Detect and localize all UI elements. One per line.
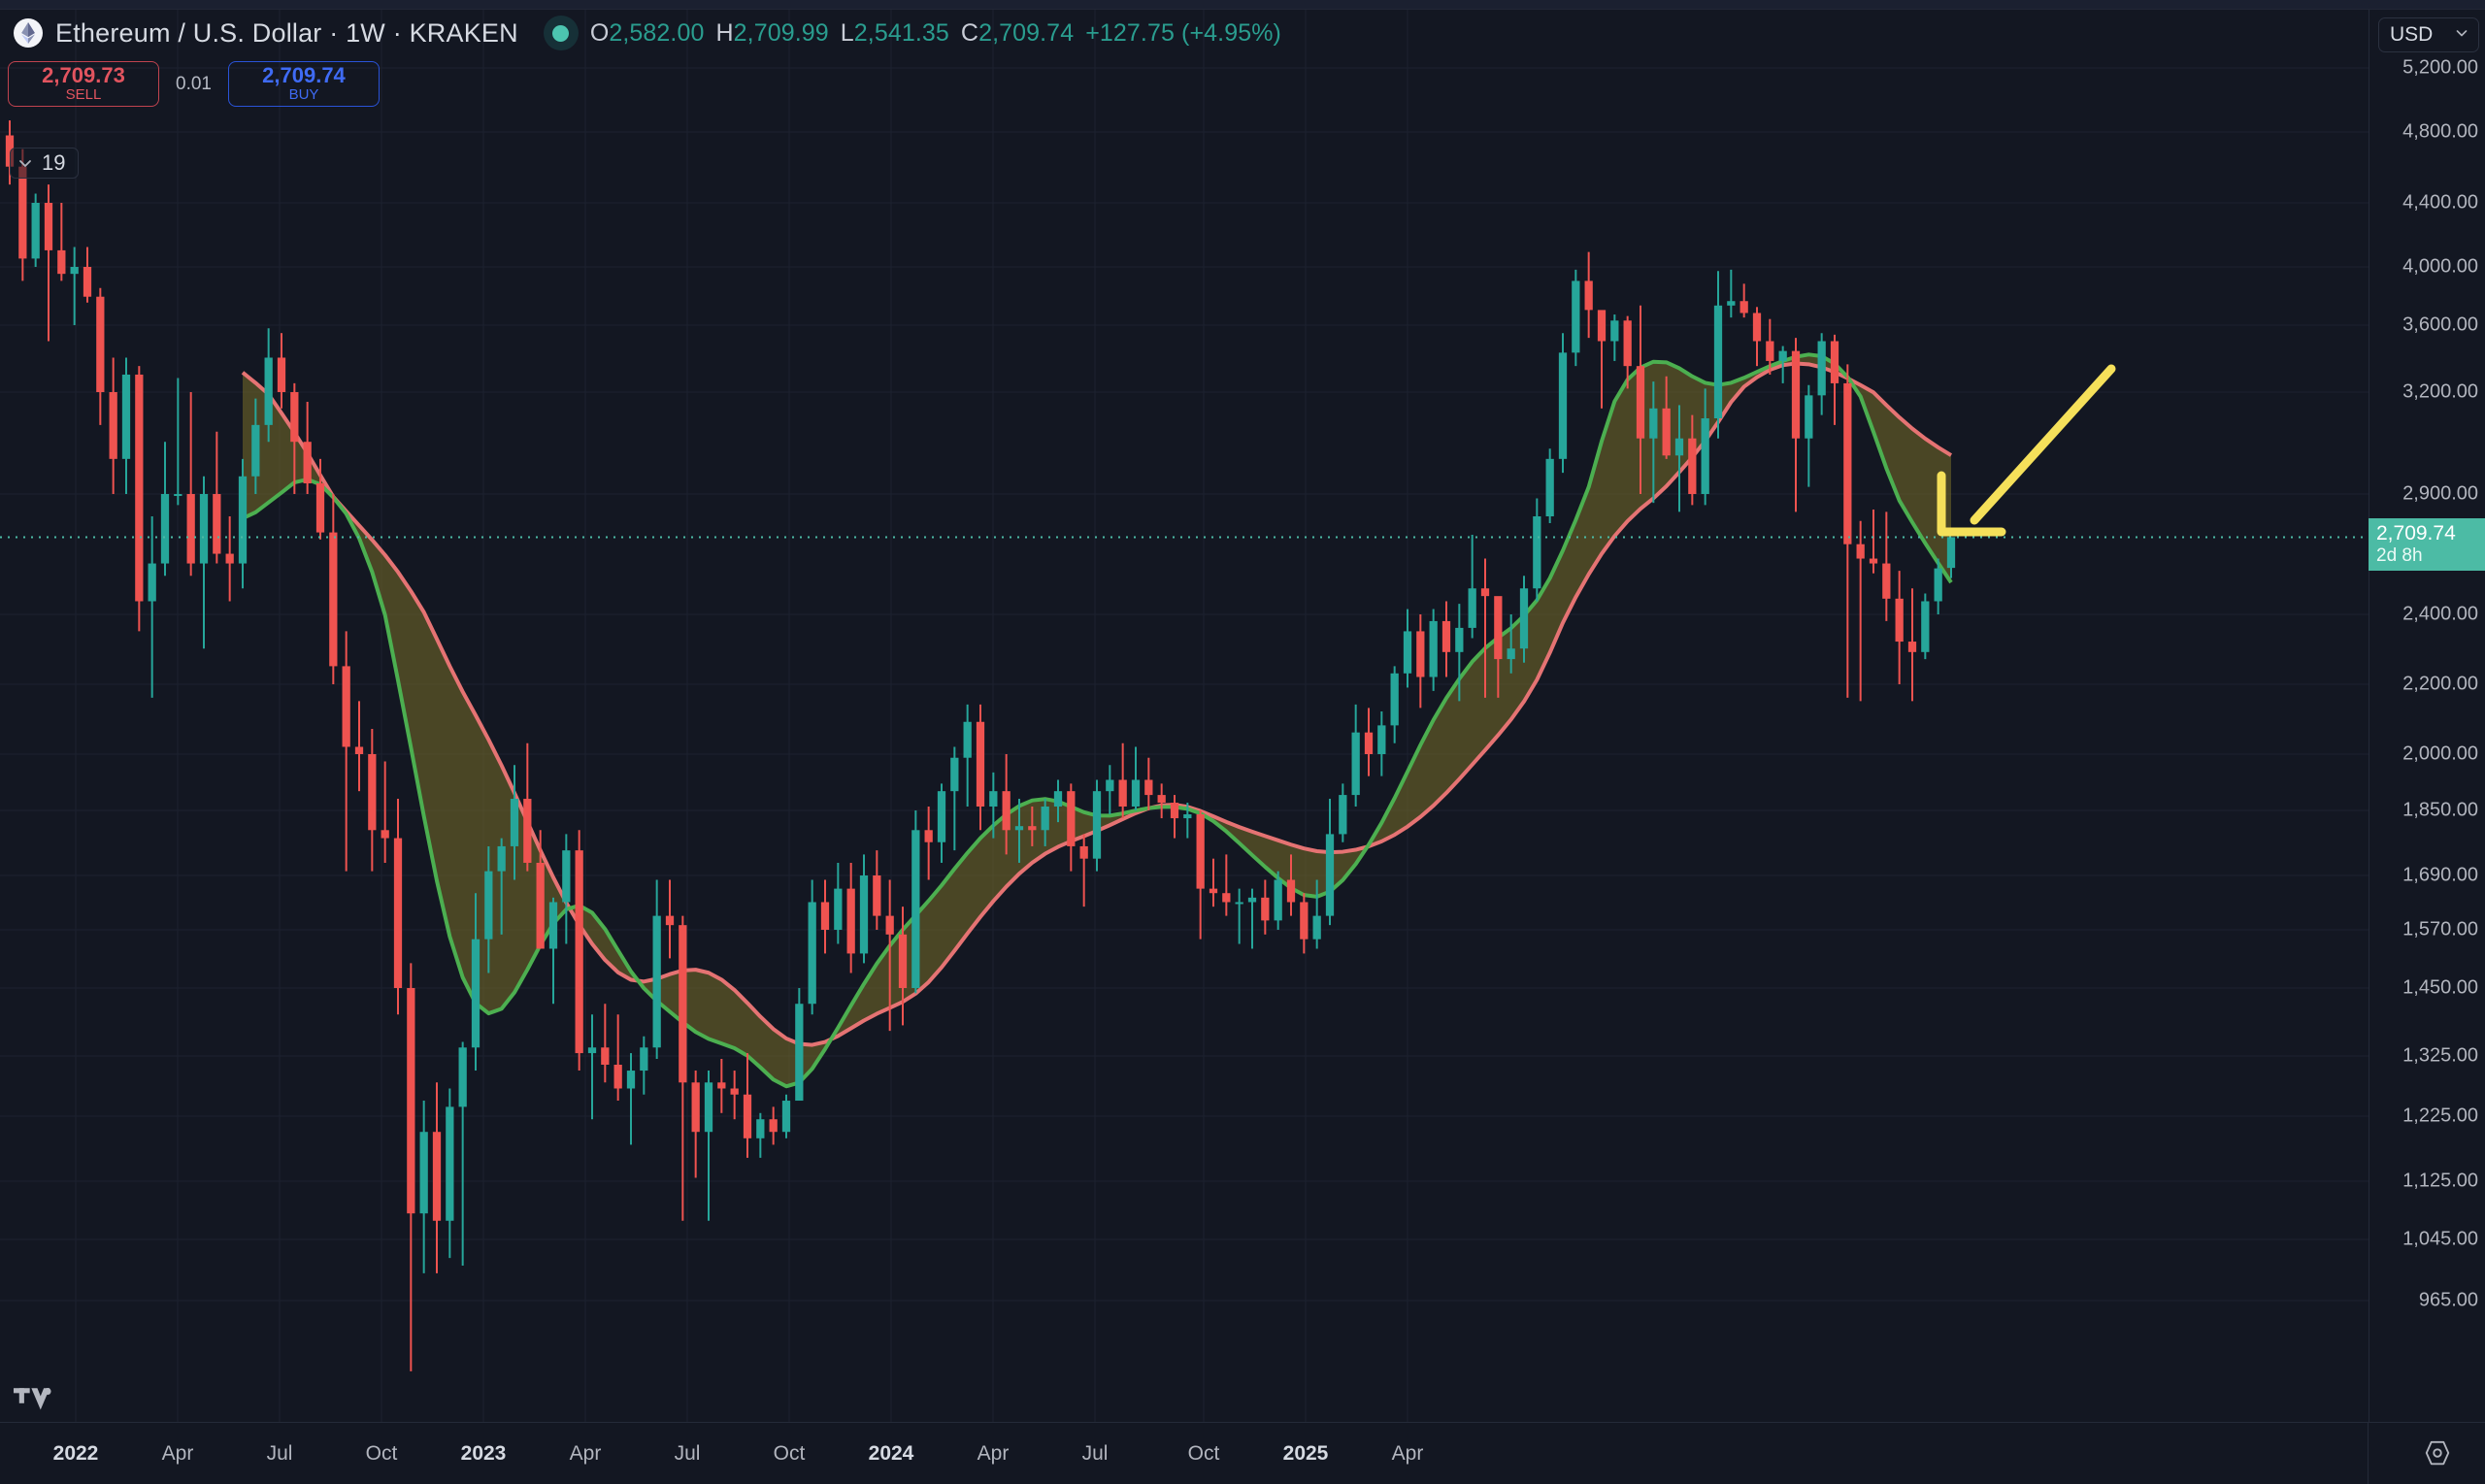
candlestick-series [5,120,1956,1371]
time-tick: Oct [1187,1442,1220,1465]
currency-selector[interactable]: USD [2378,17,2479,52]
tradingview-logo [14,1381,52,1410]
time-tick: Jul [266,1442,293,1465]
time-axis[interactable]: 2022 Apr Jul Oct 2023 Apr Jul Oct 2024 Apr Jul Oct 2… [0,1422,2485,1484]
axis-divider [2368,1423,2369,1484]
time-tick: 2022 [52,1442,99,1465]
buy-label: BUY [288,86,319,104]
arrow-annotation [1937,364,2116,537]
time-tick: 2025 [1282,1442,1329,1465]
price-tick: 2,000.00 [2402,742,2478,765]
price-tick: 1,850.00 [2402,799,2478,821]
crosshair-target-icon[interactable] [2423,1438,2452,1468]
ohlc-open-value: 2,582.00 [609,18,705,47]
price-tick: 1,325.00 [2402,1044,2478,1067]
time-tick: Apr [977,1442,1010,1465]
currency-label: USD [2390,23,2434,46]
indicator-value: 19 [42,150,66,175]
sell-price: 2,709.73 [42,63,125,88]
ohlc-close-value: 2,709.74 [978,18,1075,47]
price-tick: 965.00 [2418,1289,2478,1311]
chevron-down-icon[interactable] [17,154,34,172]
tradingview-chart-app: Ethereum / U.S. Dollar · 1W · KRAKEN O2,… [0,0,2485,1484]
price-tick: 3,600.00 [2402,313,2478,336]
time-tick: Apr [569,1442,602,1465]
price-tick: 5,200.00 [2402,56,2478,79]
market-open-dot-icon[interactable] [543,16,579,50]
buy-price: 2,709.74 [262,63,346,88]
chart-plot-area[interactable] [0,10,2369,1422]
time-tick: Jul [1081,1442,1109,1465]
chart-canvas [0,10,2369,1422]
sell-label: SELL [65,86,102,104]
price-tick: 1,225.00 [2402,1105,2478,1127]
top-toolbar-strip [0,0,2485,10]
price-tick: 2,900.00 [2402,482,2478,505]
time-tick: Apr [161,1442,194,1465]
price-tick: 3,200.00 [2402,380,2478,403]
ohlc-low-value: 2,541.35 [853,18,949,47]
indicator-legend-badge[interactable]: 19 [10,148,80,179]
price-tick: 1,690.00 [2402,864,2478,886]
order-quantity[interactable]: 0.01 [176,74,212,95]
chevron-down-icon[interactable] [2454,25,2469,46]
price-axis[interactable]: USD 5,200.00 4,800.00 4,400.00 4,000.00 3,60… [2369,10,2485,1422]
price-tick: 2,400.00 [2402,603,2478,625]
ohlc-high-value: 2,709.99 [733,18,829,47]
sell-button[interactable]: 2,709.73 SELL [8,61,159,107]
bar-countdown: 2d 8h [2376,545,2423,567]
price-tick: 2,200.00 [2402,673,2478,695]
market-open-dot [552,24,570,42]
buy-button[interactable]: 2,709.74 BUY [227,61,380,107]
symbol-title[interactable]: Ethereum / U.S. Dollar · 1W · KRAKEN [55,18,518,49]
ohlc-close-label: C [960,18,979,47]
current-price-badge[interactable]: 2,709.74 2d 8h [2369,518,2485,571]
trade-panel: 2,709.73 SELL 0.01 2,709.74 BUY [8,61,380,107]
price-tick: 4,400.00 [2402,191,2478,214]
chart-legend-header: Ethereum / U.S. Dollar · 1W · KRAKEN O2,… [14,16,1281,50]
price-tick: 4,800.00 [2402,120,2478,143]
price-tick: 1,045.00 [2402,1228,2478,1250]
ohlc-low-label: L [840,18,854,47]
price-tick: 1,450.00 [2402,976,2478,999]
time-tick: Jul [674,1442,701,1465]
time-tick: 2024 [868,1442,914,1465]
ohlc-values: O2,582.00 H2,709.99 L2,541.35 C2,709.74 +127… [590,19,1281,48]
current-price-value: 2,709.74 [2376,522,2456,544]
chart-gridlines [0,10,2369,1422]
ohlc-open-label: O [589,18,610,47]
time-tick: Oct [365,1442,398,1465]
ohlc-high-label: H [715,18,734,47]
ohlc-change-value: +127.75 (+4.95%) [1085,18,1281,47]
ethereum-icon [14,18,43,48]
time-tick: Oct [773,1442,806,1465]
price-tick: 4,000.00 [2402,255,2478,278]
time-tick: Apr [1391,1442,1424,1465]
price-tick: 1,570.00 [2402,918,2478,940]
time-tick: 2023 [460,1442,507,1465]
price-tick: 1,125.00 [2402,1170,2478,1192]
